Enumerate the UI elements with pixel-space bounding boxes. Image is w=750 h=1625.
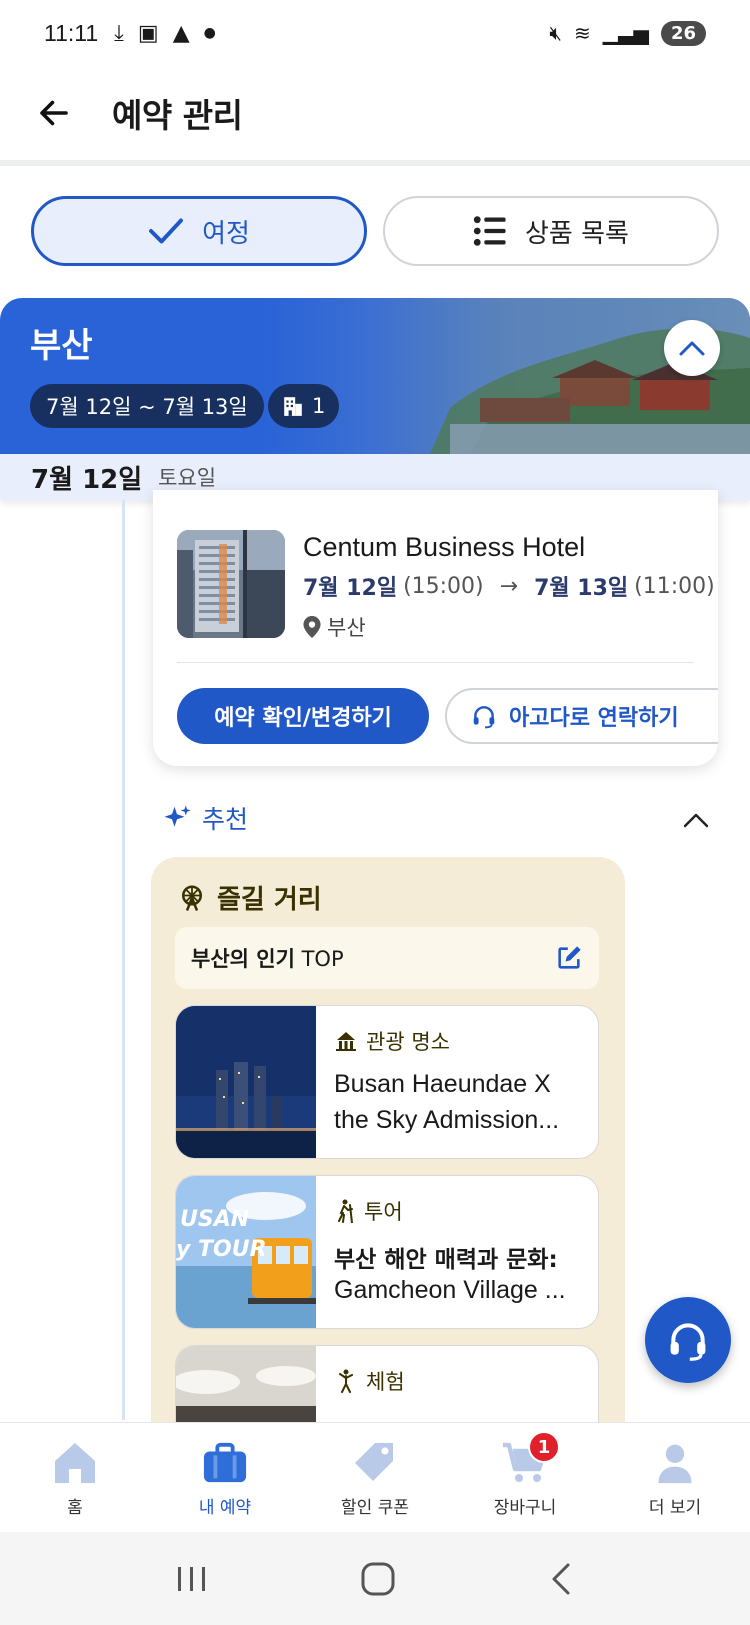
bottom-navigation: 홈 내 예약 할인 쿠폰 1 장바구니 더 보기 (0, 1422, 750, 1532)
chevron-up-icon[interactable] (682, 806, 710, 834)
banner-city: 부산 (30, 326, 93, 366)
activity-card[interactable]: USAN y TOUR 투어 부산 해안 매력과 문화: Gamcheon Vi… (175, 1175, 599, 1329)
checkin-date: 7월 12일 (303, 576, 398, 601)
activity-category: 투어 (334, 1196, 403, 1226)
cart-count-badge: 1 (528, 1431, 560, 1463)
ferris-wheel-icon (182, 885, 202, 911)
timeline-line (122, 500, 125, 1420)
things-to-do-title: 즐길 거리 (177, 879, 322, 916)
trip-banner: 부산 7월 12일 ~ 7월 13일 1 (0, 298, 750, 454)
svg-text:USAN: USAN (180, 1207, 249, 1232)
signal-icon: ▁▃▅ (602, 21, 649, 45)
check-icon (149, 218, 184, 244)
product-list-tab-button[interactable]: 상품 목록 (383, 196, 719, 266)
sparkle-icon (164, 805, 191, 827)
recent-apps-icon[interactable] (174, 1563, 210, 1595)
activity-category: 체험 (334, 1366, 405, 1396)
dot-icon: ● (203, 25, 216, 41)
activity-card[interactable]: 관광 명소 Busan Haeundae X the Sky Admission… (175, 1005, 599, 1159)
landmark-icon (336, 1032, 356, 1051)
location-pin-icon (303, 616, 321, 638)
product-list-tab-label: 상품 목록 (525, 218, 629, 249)
app-bar: 예약 관리 (0, 66, 750, 160)
nav-home-label: 홈 (67, 1498, 83, 1518)
recommendations-header[interactable]: 추천 (162, 800, 248, 836)
home-icon (55, 1443, 95, 1483)
svg-text:y TOUR: y TOUR (176, 1237, 267, 1262)
nav-home[interactable]: 홈 (0, 1423, 150, 1532)
things-to-do-panel: 즐길 거리 부산의 인기 TOP 관광 명소 Busan Haeundae X (151, 857, 625, 1447)
customer-support-fab[interactable] (645, 1297, 731, 1383)
nav-my-bookings-label: 내 예약 (198, 1498, 252, 1518)
things-to-do-label: 즐길 거리 (217, 885, 322, 915)
day-weekday: 토요일 (158, 466, 217, 490)
busan-tour-train-image: USAN y TOUR (176, 1176, 316, 1328)
activity-person-icon (339, 1369, 353, 1393)
status-bar: 11:11 ⤓ ▣ ▲ ● 🔇︎ ≋ ▁▃▅ 26 (0, 0, 750, 66)
itinerary-tab-button[interactable]: 여정 (31, 196, 367, 266)
itinerary-tab-label: 여정 (202, 218, 250, 249)
wifi-icon: ≋ (574, 21, 591, 45)
page-title: 예약 관리 (112, 96, 243, 135)
download-icon: ⤓ (114, 20, 124, 46)
mute-icon: 🔇︎ (549, 21, 563, 45)
card-divider (177, 662, 694, 663)
hotel-location: 부산 (303, 612, 366, 642)
popular-top-label: 부산의 인기 TOP (191, 947, 344, 971)
confirm-change-booking-button[interactable]: 예약 확인/변경하기 (177, 688, 429, 744)
tag-icon (355, 1443, 393, 1481)
popular-top-row[interactable]: 부산의 인기 TOP (175, 927, 599, 989)
checkout-time: (11:00) (634, 573, 715, 599)
back-button-icon[interactable] (546, 1561, 576, 1597)
day-date: 7월 12일 (31, 464, 143, 495)
recommendations-label: 추천 (202, 805, 249, 834)
nav-my-bookings[interactable]: 내 예약 (150, 1423, 300, 1532)
screenshot-icon: ▣ (137, 20, 159, 46)
building-icon (284, 397, 302, 416)
system-navigation-bar (0, 1532, 750, 1625)
home-button-icon[interactable] (359, 1560, 397, 1598)
list-icon (473, 216, 506, 246)
nav-cart[interactable]: 1 장바구니 (450, 1423, 600, 1532)
hotel-location-text: 부산 (327, 616, 366, 640)
hiker-icon (338, 1199, 353, 1223)
hotel-thumbnail-image (177, 530, 285, 638)
nav-cart-label: 장바구니 (493, 1498, 557, 1518)
briefcase-icon (203, 1442, 247, 1483)
checkout-date: 7월 13일 (534, 576, 629, 601)
property-count-pill: 1 (268, 384, 340, 428)
activity-title-line2: the Sky Admission... (334, 1106, 560, 1134)
person-icon (658, 1444, 692, 1484)
haeundae-night-skyline-image (176, 1006, 316, 1158)
nav-more[interactable]: 더 보기 (600, 1423, 750, 1532)
hotel-name: Centum Business Hotel (303, 532, 586, 562)
header-divider (0, 160, 750, 166)
battery-indicator: 26 (660, 20, 706, 46)
activity-category: 관광 명소 (334, 1026, 450, 1056)
headset-icon (670, 1323, 706, 1361)
activity-title-line1: 부산 해안 매력과 문화: (334, 1247, 558, 1273)
headset-icon (473, 706, 495, 729)
activity-title-line2: Gamcheon Village ... (334, 1276, 566, 1304)
warning-icon: ▲ (172, 20, 190, 46)
back-arrow-icon[interactable] (36, 95, 72, 131)
date-range-pill: 7월 12일 ~ 7월 13일 (30, 384, 264, 428)
hotel-booking-card[interactable]: Centum Business Hotel 7월 12일 (15:00) → 7… (153, 490, 718, 766)
nav-coupons-label: 할인 쿠폰 (341, 1498, 409, 1518)
status-time: 11:11 (44, 19, 99, 46)
property-count: 1 (312, 394, 326, 418)
status-notification-icons: ⤓ ▣ ▲ ● (114, 21, 216, 46)
activity-title-line1: Busan Haeundae X (334, 1070, 551, 1098)
arrow-right-icon: → (499, 573, 519, 599)
nav-coupons[interactable]: 할인 쿠폰 (300, 1423, 450, 1532)
contact-agoda-label: 아고다로 연락하기 (509, 706, 679, 731)
checkin-time: (15:00) (403, 573, 484, 599)
banner-collapse-button[interactable] (664, 320, 720, 376)
hotel-stay-dates: 7월 12일 (15:00) → 7월 13일 (11:00) (303, 570, 715, 602)
nav-more-label: 더 보기 (648, 1498, 702, 1518)
contact-agoda-button[interactable]: 아고다로 연락하기 (445, 688, 718, 744)
edit-icon[interactable] (555, 944, 583, 972)
chevron-up-icon (679, 341, 705, 356)
